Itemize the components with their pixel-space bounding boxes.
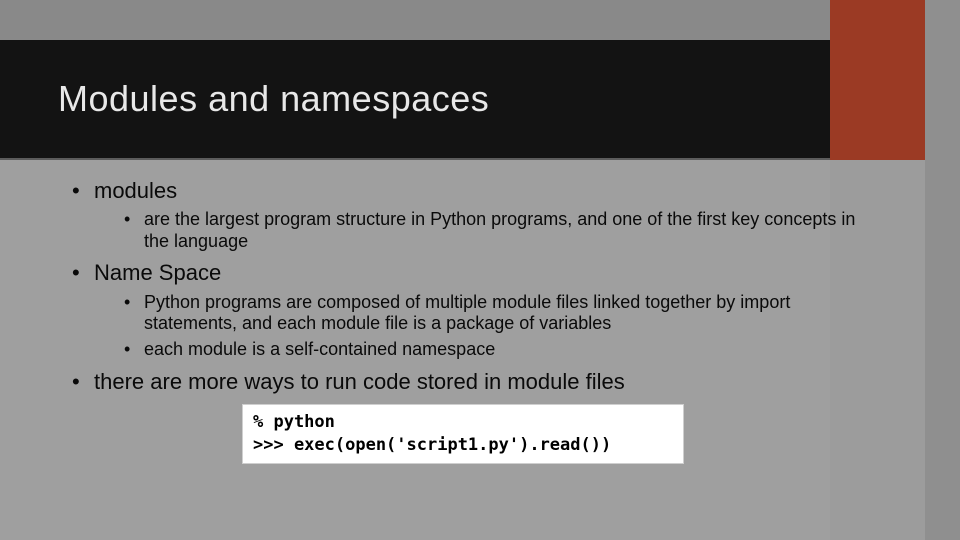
sub-item: Python programs are composed of multiple… [124, 292, 862, 335]
sub-item: each module is a self-contained namespac… [124, 339, 862, 361]
accent-block [830, 0, 925, 160]
content: modules are the largest program structur… [72, 178, 862, 464]
code-line: % python [253, 412, 335, 432]
bullet-label: Name Space [94, 260, 221, 285]
sub-list: Python programs are composed of multiple… [94, 292, 862, 361]
bullet-item: modules are the largest program structur… [72, 178, 862, 252]
title-band: Modules and namespaces [0, 40, 830, 160]
right-strip [925, 0, 960, 540]
top-strip [0, 0, 960, 40]
slide: Modules and namespaces modules are the l… [0, 0, 960, 540]
bullet-list: modules are the largest program structur… [72, 178, 862, 394]
bullet-label: there are more ways to run code stored i… [94, 369, 625, 394]
slide-title: Modules and namespaces [0, 40, 830, 120]
code-snippet: % python >>> exec(open('script1.py').rea… [242, 404, 684, 464]
bullet-item: Name Space Python programs are composed … [72, 260, 862, 360]
bullet-label: modules [94, 178, 177, 203]
bullet-item: there are more ways to run code stored i… [72, 369, 862, 394]
sub-item: are the largest program structure in Pyt… [124, 209, 862, 252]
code-line: >>> exec(open('script1.py').read()) [253, 435, 611, 455]
sub-list: are the largest program structure in Pyt… [94, 209, 862, 252]
